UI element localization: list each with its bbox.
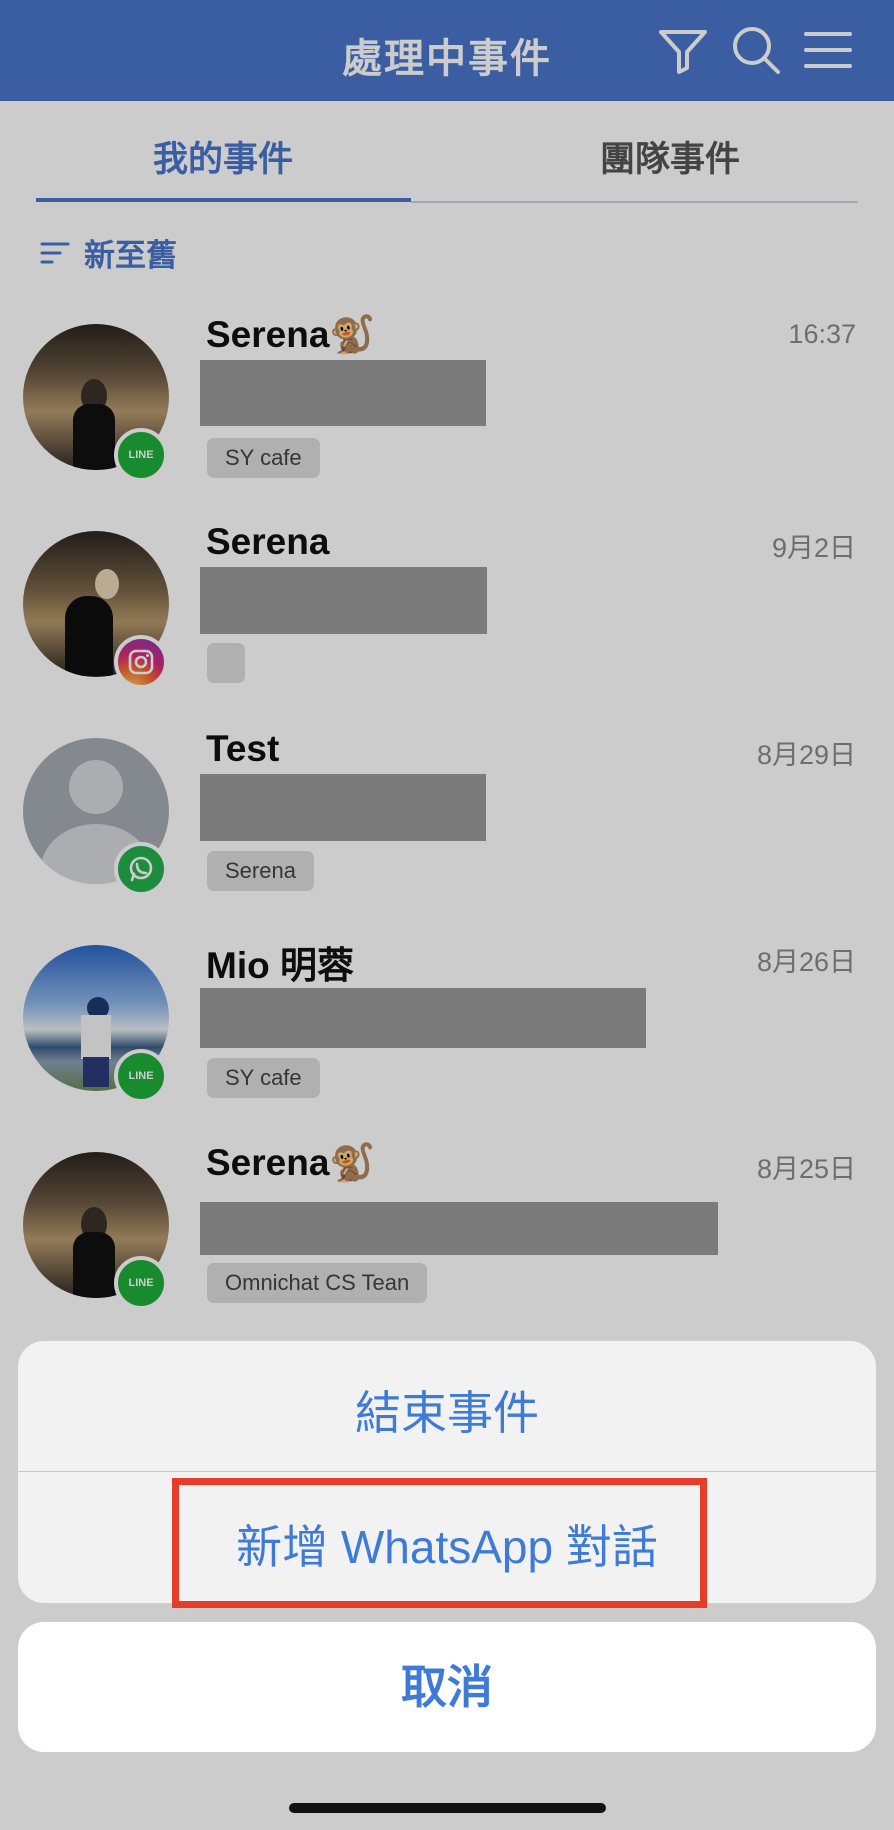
cancel-button[interactable]: 取消 [18, 1622, 876, 1752]
end-event-button[interactable]: 結束事件 [18, 1377, 876, 1443]
home-indicator [289, 1803, 606, 1813]
highlight-box [172, 1478, 707, 1608]
divider [18, 1471, 876, 1472]
